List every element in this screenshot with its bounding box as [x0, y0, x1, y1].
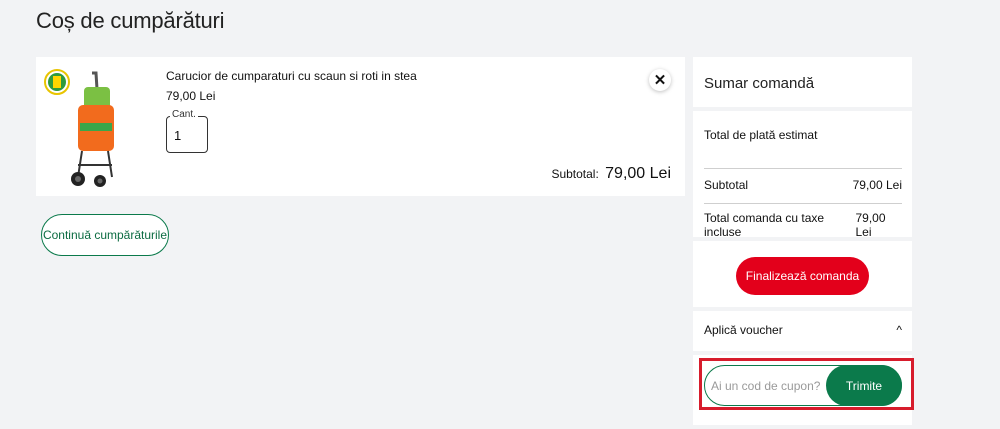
- quantity-label: Cant.: [170, 109, 198, 120]
- chevron-up-icon[interactable]: ^: [896, 323, 902, 337]
- summary-header: Sumar comandă: [693, 57, 912, 107]
- product-image[interactable]: [42, 65, 126, 189]
- close-icon: ✕: [653, 72, 667, 89]
- summary-row-total: Total comanda cu taxe incluse 79,00 Lei: [704, 211, 902, 239]
- coupon-input[interactable]: [711, 376, 823, 396]
- checkout-button[interactable]: Finalizează comanda: [736, 257, 869, 295]
- row-value: 79,00 Lei: [852, 178, 902, 192]
- summary-totals: Total de plată estimat Subtotal 79,00 Le…: [693, 111, 912, 239]
- quantity-value[interactable]: 1: [174, 128, 181, 143]
- cart-item-card: Carucior de cumparaturi cu scaun si roti…: [36, 57, 685, 196]
- item-subtotal: Subtotal: 79,00 Lei: [551, 165, 671, 183]
- checkout-section: Finalizează comanda: [693, 241, 912, 307]
- row-value: 79,00 Lei: [855, 211, 886, 239]
- subtotal-amount: 79,00 Lei: [605, 165, 671, 182]
- continue-shopping-button[interactable]: Continuă cumpărăturile: [41, 214, 169, 256]
- remove-item-button[interactable]: ✕: [649, 69, 671, 91]
- submit-coupon-button[interactable]: Trimite: [826, 365, 902, 406]
- row-label: Total comanda cu taxe incluse: [704, 211, 825, 239]
- subtotal-label: Subtotal:: [551, 167, 599, 181]
- divider: [704, 168, 902, 169]
- coupon-form: Trimite: [704, 365, 902, 406]
- quantity-field[interactable]: Cant. 1: [166, 109, 208, 153]
- page-title: Coș de cumpărături: [36, 8, 225, 33]
- product-price: 79,00 Lei: [166, 89, 216, 103]
- estimated-total-label: Total de plată estimat: [704, 128, 818, 142]
- summary-row-subtotal: Subtotal 79,00 Lei: [704, 178, 902, 192]
- product-name[interactable]: Carucior de cumparaturi cu scaun si roti…: [166, 69, 417, 83]
- voucher-toggle[interactable]: Aplică voucher ^: [693, 311, 912, 351]
- voucher-label: Aplică voucher: [704, 323, 783, 337]
- summary-title: Sumar comandă: [704, 75, 815, 92]
- row-label: Subtotal: [704, 178, 749, 192]
- divider: [704, 203, 902, 204]
